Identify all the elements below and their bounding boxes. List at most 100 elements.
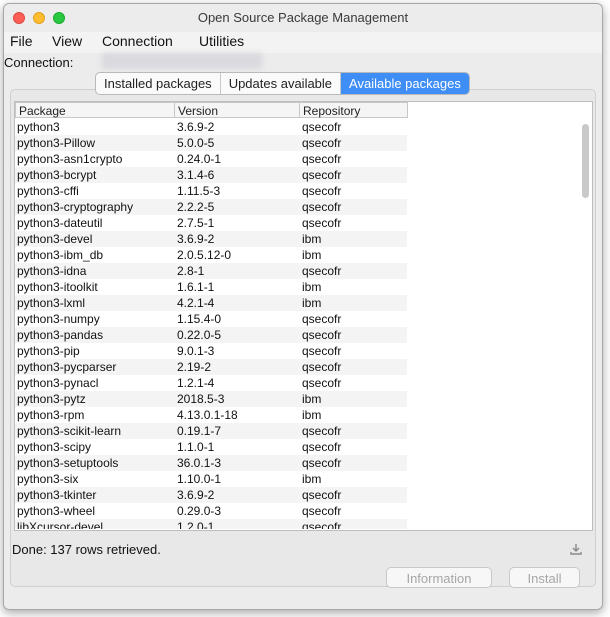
cell-repository: ibm — [302, 392, 322, 406]
tab-updates-available[interactable]: Updates available — [221, 73, 342, 94]
cell-repository: qsecofr — [302, 344, 342, 358]
cell-version: 0.24.0-1 — [177, 152, 222, 166]
cell-package: python3-itoolkit — [17, 280, 98, 294]
cell-version: 1.2.0-1 — [177, 520, 215, 529]
cell-repository: qsecofr — [302, 424, 342, 438]
table-row[interactable]: python3-asn1crypto 0.24.0-1 qsecofr — [15, 151, 575, 167]
table-row[interactable]: python3-itoolkit 1.6.1-1 ibm — [15, 279, 575, 295]
table-scrollbar-thumb[interactable] — [582, 124, 589, 198]
information-button[interactable]: Information — [386, 567, 492, 588]
connection-label: Connection: — [4, 55, 74, 70]
table-row[interactable]: python3-setuptools 36.0.1-3 qsecofr — [15, 455, 575, 471]
cell-package: python3-cryptography — [17, 200, 134, 214]
table-row[interactable]: python3-idna 2.8-1 qsecofr — [15, 263, 575, 279]
minimize-window-button[interactable] — [33, 12, 45, 24]
cell-package: python3-cffi — [17, 184, 79, 198]
cell-version: 1.2.1-4 — [177, 376, 215, 390]
table-row[interactable]: python3-pynacl 1.2.1-4 qsecofr — [15, 375, 575, 391]
tab-installed-packages[interactable]: Installed packages — [96, 73, 221, 94]
cell-version: 2018.5-3 — [177, 392, 225, 406]
cell-package: python3-wheel — [17, 504, 96, 518]
tab-available-packages[interactable]: Available packages — [341, 73, 469, 94]
cell-package: python3-pandas — [17, 328, 104, 342]
cell-repository: qsecofr — [302, 488, 342, 502]
cell-repository: qsecofr — [302, 440, 342, 454]
cell-repository: qsecofr — [302, 216, 342, 230]
cell-repository: ibm — [302, 472, 322, 486]
title-bar: Open Source Package Management — [4, 4, 602, 32]
table-row[interactable]: python3-bcrypt 3.1.4-6 qsecofr — [15, 167, 575, 183]
status-text: Done: 137 rows retrieved. — [12, 542, 161, 557]
cell-version: 1.10.0-1 — [177, 472, 222, 486]
table-row[interactable]: python3-lxml 4.2.1-4 ibm — [15, 295, 575, 311]
table-row[interactable]: python3-pip 9.0.1-3 qsecofr — [15, 343, 575, 359]
cell-version: 0.22.0-5 — [177, 328, 222, 342]
install-button[interactable]: Install — [509, 567, 580, 588]
cell-repository: ibm — [302, 232, 322, 246]
menu-utilities[interactable]: Utilities — [199, 33, 244, 49]
zoom-window-button[interactable] — [53, 12, 65, 24]
column-header-package[interactable]: Package — [15, 102, 175, 118]
cell-repository: qsecofr — [302, 168, 342, 182]
download-icon[interactable] — [569, 542, 583, 556]
cell-package: python3-devel — [17, 232, 93, 246]
table-row[interactable]: python3-numpy 1.15.4-0 qsecofr — [15, 311, 575, 327]
cell-repository: qsecofr — [302, 200, 342, 214]
table-row[interactable]: python3-ibm_db 2.0.5.12-0 ibm — [15, 247, 575, 263]
cell-version: 2.2.2-5 — [177, 200, 215, 214]
table-row[interactable]: python3 3.6.9-2 qsecofr — [15, 119, 575, 135]
table-row[interactable]: python3-pycparser 2.19-2 qsecofr — [15, 359, 575, 375]
cell-repository: qsecofr — [302, 152, 342, 166]
download-icon-glyph — [570, 544, 582, 555]
table-row[interactable]: python3-Pillow 5.0.0-5 qsecofr — [15, 135, 575, 151]
menu-connection[interactable]: Connection — [102, 33, 173, 49]
cell-repository: ibm — [302, 280, 322, 294]
cell-package: python3-pycparser — [17, 360, 117, 374]
cell-repository: qsecofr — [302, 312, 342, 326]
table-row[interactable]: python3-rpm 4.13.0.1-18 ibm — [15, 407, 575, 423]
menu-view[interactable]: View — [52, 33, 82, 49]
cell-package: python3-six — [17, 472, 79, 486]
column-header-repository[interactable]: Repository — [299, 102, 408, 118]
table-row[interactable]: python3-tkinter 3.6.9-2 qsecofr — [15, 487, 575, 503]
table-row[interactable]: python3-pytz 2018.5-3 ibm — [15, 391, 575, 407]
cell-version: 1.11.5-3 — [177, 184, 221, 198]
cell-version: 0.19.1-7 — [177, 424, 222, 438]
cell-version: 2.7.5-1 — [177, 216, 215, 230]
menu-file[interactable]: File — [10, 33, 33, 49]
column-header-version[interactable]: Version — [174, 102, 300, 118]
cell-version: 3.6.9-2 — [177, 232, 215, 246]
cell-version: 9.0.1-3 — [177, 344, 215, 358]
cell-version: 4.2.1-4 — [177, 296, 215, 310]
table-row[interactable]: libXcursor-devel 1.2.0-1 qsecofr — [15, 519, 575, 529]
cell-version: 1.15.4-0 — [177, 312, 222, 326]
cell-version: 4.13.0.1-18 — [177, 408, 238, 422]
cell-package: python3-pytz — [17, 392, 86, 406]
package-management-window: Open Source Package Management File View… — [3, 3, 603, 610]
cell-version: 2.19-2 — [177, 360, 212, 374]
table-row[interactable]: python3-pandas 0.22.0-5 qsecofr — [15, 327, 575, 343]
table-row[interactable]: python3-cffi 1.11.5-3 qsecofr — [15, 183, 575, 199]
cell-repository: qsecofr — [302, 328, 342, 342]
table-row[interactable]: python3-scipy 1.1.0-1 qsecofr — [15, 439, 575, 455]
table-row[interactable]: python3-scikit-learn 0.19.1-7 qsecofr — [15, 423, 575, 439]
close-window-button[interactable] — [13, 12, 25, 24]
table-row[interactable]: python3-dateutil 2.7.5-1 qsecofr — [15, 215, 575, 231]
cell-version: 2.8-1 — [177, 264, 205, 278]
cell-version: 2.0.5.12-0 — [177, 248, 232, 262]
table-row[interactable]: python3-wheel 0.29.0-3 qsecofr — [15, 503, 575, 519]
cell-package: python3-Pillow — [17, 136, 96, 150]
cell-version: 0.29.0-3 — [177, 504, 222, 518]
table-row[interactable]: python3-six 1.10.0-1 ibm — [15, 471, 575, 487]
cell-package: python3-numpy — [17, 312, 100, 326]
package-tabs: Installed packages Updates available Ava… — [95, 72, 470, 95]
menu-bar: File View Connection Utilities — [4, 32, 602, 53]
connection-value-redacted — [102, 53, 262, 69]
table-row[interactable]: python3-devel 3.6.9-2 ibm — [15, 231, 575, 247]
cell-version: 3.6.9-2 — [177, 488, 215, 502]
table-row[interactable]: python3-cryptography 2.2.2-5 qsecofr — [15, 199, 575, 215]
cell-package: python3-pip — [17, 344, 80, 358]
cell-package: python3-pynacl — [17, 376, 99, 390]
cell-version: 1.1.0-1 — [177, 440, 215, 454]
cell-repository: qsecofr — [302, 520, 342, 529]
